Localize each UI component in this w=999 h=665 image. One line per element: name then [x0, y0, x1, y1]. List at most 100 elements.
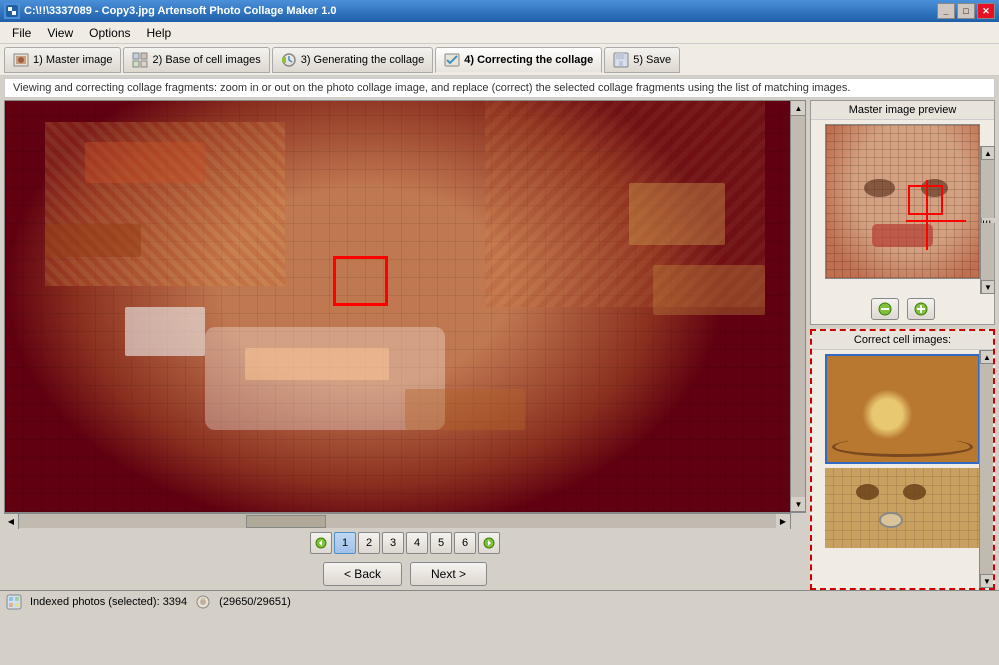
- scroll-track-horizontal[interactable]: [19, 514, 776, 528]
- zoom-controls: [811, 294, 994, 324]
- preview-scroll-track[interactable]: [981, 160, 994, 218]
- tab-correct-label: 4) Correcting the collage: [464, 54, 593, 66]
- base-cells-icon: [132, 52, 148, 68]
- correct-scrollbar[interactable]: ▲ ▼: [979, 350, 993, 588]
- main-content: ▲ ▼ ◀ ▶ 1 2 3 4 5 6: [0, 100, 999, 590]
- toolbar: 1) Master image 2) Base of cell images 3…: [0, 44, 999, 76]
- app-icon: [4, 3, 20, 19]
- tab-correct[interactable]: 4) Correcting the collage: [435, 47, 602, 73]
- title-bar: C:\!!\3337089 - Copy3.jpg Artensoft Phot…: [0, 0, 999, 22]
- mosaic-tile-1: [85, 142, 205, 183]
- window-title: C:\!!\3337089 - Copy3.jpg Artensoft Phot…: [24, 5, 337, 17]
- collage-mosaic-bg: [5, 101, 805, 512]
- tab-generate[interactable]: 3) Generating the collage: [272, 47, 434, 73]
- mosaic-tile-5: [405, 389, 525, 430]
- minimize-button[interactable]: _: [937, 3, 955, 19]
- correct-image-2[interactable]: [825, 468, 980, 548]
- menu-options[interactable]: Options: [81, 24, 138, 42]
- eye-left: [864, 179, 895, 197]
- master-preview-section: Master image preview ▲: [810, 100, 995, 325]
- page-2-button[interactable]: 2: [358, 532, 380, 554]
- mosaic-tile-2: [45, 224, 141, 257]
- selection-indicator: [908, 185, 943, 215]
- zoom-in-button[interactable]: [907, 298, 935, 320]
- board-background: [825, 468, 980, 548]
- generate-icon: [281, 52, 297, 68]
- status-icon: [6, 594, 22, 610]
- pagination-bar: 1 2 3 4 5 6: [4, 528, 806, 558]
- correct-image-1[interactable]: [825, 354, 980, 464]
- correct-cell-title: Correct cell images:: [812, 331, 993, 350]
- tab-save[interactable]: 5) Save: [604, 47, 680, 73]
- info-text: Viewing and correcting collage fragments…: [13, 82, 850, 94]
- correct-scroll-down[interactable]: ▼: [980, 574, 993, 588]
- nav-buttons: < Back Next >: [4, 558, 806, 590]
- mouth: [872, 224, 933, 247]
- collage-canvas[interactable]: ▲ ▼: [4, 100, 806, 513]
- master-preview-container: ▲ ||| ▼: [811, 124, 994, 294]
- preview-scroll-down[interactable]: ▼: [981, 280, 995, 294]
- restore-button[interactable]: □: [957, 3, 975, 19]
- collage-main: ▲ ▼: [4, 100, 806, 513]
- scroll-track-vertical[interactable]: [791, 116, 805, 497]
- crosshair-horizontal: [906, 220, 966, 222]
- grid-overlay: [826, 125, 979, 278]
- menu-help[interactable]: Help: [139, 24, 180, 42]
- collage-wrapper: ▲ ▼ ◀ ▶ 1 2 3 4 5 6: [4, 100, 806, 590]
- scroll-left-button[interactable]: ◀: [4, 514, 19, 529]
- status-text-2: (29650/29651): [219, 596, 291, 608]
- scroll-right-button[interactable]: ▶: [776, 514, 791, 529]
- bread-bowl-bg: [827, 356, 978, 462]
- scroll-thumb-horizontal[interactable]: [246, 515, 326, 528]
- page-3-button[interactable]: 3: [382, 532, 404, 554]
- correct-images-panel: ▲ ▼: [812, 350, 993, 588]
- page-next-button[interactable]: [478, 532, 500, 554]
- correct-scroll-up[interactable]: ▲: [980, 350, 993, 364]
- master-preview-title: Master image preview: [811, 101, 994, 120]
- mosaic-tile-4: [245, 348, 389, 381]
- game-piece-1: [856, 484, 879, 500]
- correct-icon: [444, 52, 460, 68]
- menu-view[interactable]: View: [39, 24, 81, 42]
- close-button[interactable]: ✕: [977, 3, 995, 19]
- correct-scroll-track[interactable]: [980, 364, 993, 574]
- info-bar: Viewing and correcting collage fragments…: [4, 78, 995, 98]
- zoom-out-button[interactable]: [871, 298, 899, 320]
- preview-scroll-track-2[interactable]: [981, 223, 994, 281]
- next-button[interactable]: Next >: [410, 562, 487, 586]
- page-1-button[interactable]: 1: [334, 532, 356, 554]
- save-icon: [613, 52, 629, 68]
- correct-images-list[interactable]: [812, 350, 993, 588]
- preview-scroll-up[interactable]: ▲: [981, 146, 995, 160]
- tab-base-cells[interactable]: 2) Base of cell images: [123, 47, 269, 73]
- mosaic-tile-6: [629, 183, 725, 245]
- mosaic-tile-7: [653, 265, 765, 314]
- status-icon-2: [195, 594, 211, 610]
- preview-scrollbar[interactable]: ▲ ||| ▼: [980, 146, 994, 294]
- scroll-up-button[interactable]: ▲: [791, 101, 806, 116]
- tab-generate-label: 3) Generating the collage: [301, 54, 425, 66]
- back-button[interactable]: < Back: [323, 562, 402, 586]
- tab-master-label: 1) Master image: [33, 54, 112, 66]
- status-bar: Indexed photos (selected): 3394 (29650/2…: [0, 590, 999, 612]
- game-piece-3: [879, 512, 902, 528]
- collage-canvas-inner: [5, 101, 805, 512]
- page-6-button[interactable]: 6: [454, 532, 476, 554]
- page-prev-button[interactable]: [310, 532, 332, 554]
- window-controls: _ □ ✕: [937, 3, 995, 19]
- mosaic-tile-3: [125, 307, 205, 356]
- master-image-icon: [13, 52, 29, 68]
- menu-file[interactable]: File: [4, 24, 39, 42]
- horizontal-scrollbar[interactable]: ◀ ▶: [4, 513, 791, 528]
- status-text-1: Indexed photos (selected): 3394: [30, 596, 187, 608]
- page-5-button[interactable]: 5: [430, 532, 452, 554]
- correct-cell-section: Correct cell images:: [810, 329, 995, 590]
- scroll-down-button[interactable]: ▼: [791, 497, 806, 512]
- tab-save-label: 5) Save: [633, 54, 671, 66]
- vertical-scrollbar[interactable]: ▲ ▼: [790, 101, 805, 512]
- game-piece-2: [903, 484, 926, 500]
- tab-master-image[interactable]: 1) Master image: [4, 47, 121, 73]
- master-preview-image[interactable]: [825, 124, 980, 279]
- tab-base-label: 2) Base of cell images: [152, 54, 260, 66]
- page-4-button[interactable]: 4: [406, 532, 428, 554]
